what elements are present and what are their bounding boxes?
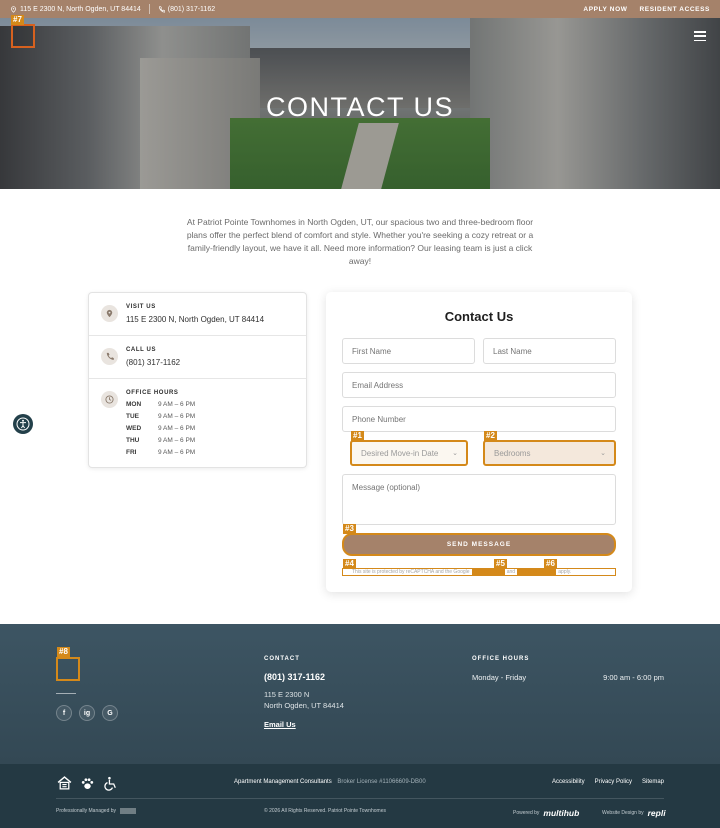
design-by-text: Website Design by	[602, 810, 644, 816]
instagram-icon[interactable]: ig	[79, 705, 95, 721]
bedrooms-value: Bedrooms	[494, 448, 531, 458]
hours-row-fri: FRI 9 AM – 6 PM	[126, 449, 196, 456]
footer-phone[interactable]: (801) 317-1162	[264, 672, 325, 682]
map-pin-icon	[11, 5, 16, 13]
footer-address-line1: 115 E 2300 N	[264, 690, 310, 699]
hero-banner: CONTACT US	[0, 18, 720, 189]
footer-address-line2: North Ogden, UT 84414	[264, 701, 344, 710]
first-name-input[interactable]	[352, 346, 474, 356]
accessibility-icon	[16, 417, 30, 431]
facebook-icon[interactable]: f	[56, 705, 72, 721]
office-hours-row: OFFICE HOURS MON 9 AM – 6 PM TUE 9 AM – 6 …	[89, 379, 306, 468]
move-in-date-value: Desired Move-in Date	[361, 448, 439, 458]
legal-links: Accessibility Privacy Policy Sitemap	[552, 779, 664, 785]
call-us-row: CALL US (801) 317-1162	[89, 336, 306, 379]
visit-us-title: VISIT US	[126, 304, 156, 310]
managed-by-text: Professionally Managed by	[56, 808, 117, 814]
site-footer: f ig G CONTACT (801) 317-1162 115 E 2300…	[0, 624, 720, 764]
hours-row-mon: MON 9 AM – 6 PM	[126, 401, 196, 408]
chevron-down-icon: ⌄	[452, 450, 458, 457]
pet-friendly-icon	[79, 775, 95, 791]
message-textarea[interactable]	[352, 483, 615, 521]
phone-icon	[158, 5, 165, 12]
page-title: CONTACT US	[265, 92, 454, 122]
design-by[interactable]: Website Design by repli	[602, 808, 666, 818]
topbar-phone[interactable]: (801) 317-1162	[158, 6, 215, 13]
powered-by-text: Powered by	[513, 810, 540, 816]
footer-contact-heading: CONTACT	[264, 656, 300, 662]
google-icon[interactable]: G	[102, 705, 118, 721]
menu-icon[interactable]	[694, 31, 706, 41]
message-field[interactable]	[342, 474, 616, 525]
hours-row-tue: TUE 9 AM – 6 PM	[126, 413, 196, 420]
recaptcha-text: This site is protected by reCAPTCHA and …	[352, 569, 470, 575]
topbar-address[interactable]: 115 E 2300 N, North Ogden, UT 84414	[10, 6, 141, 13]
top-bar: 115 E 2300 N, North Ogden, UT 84414 (801…	[0, 0, 720, 18]
footer-hours-days: Monday - Friday	[472, 673, 527, 682]
visit-us-address[interactable]: 115 E 2300 N, North Ogden, UT 84414	[126, 315, 264, 324]
managed-by: Professionally Managed by	[56, 808, 137, 814]
recaptcha-notice: This site is protected by reCAPTCHA and …	[342, 568, 616, 576]
phone-input[interactable]	[352, 414, 615, 424]
phone-field[interactable]	[342, 406, 616, 432]
recaptcha-apply: apply.	[558, 569, 572, 575]
equal-housing-icon	[56, 775, 72, 791]
footer-rule	[56, 693, 76, 694]
visit-us-row: VISIT US 115 E 2300 N, North Ogden, UT 8…	[89, 293, 306, 336]
repli-logo: repli	[647, 808, 666, 818]
accessibility-link[interactable]: Accessibility	[552, 779, 585, 785]
site-logo[interactable]	[11, 24, 35, 48]
bedrooms-select[interactable]: Bedrooms ⌄	[483, 440, 616, 466]
management-company: Apartment Management Consultants Broker …	[234, 779, 426, 785]
sub-footer-divider	[56, 798, 664, 799]
last-name-input[interactable]	[493, 346, 615, 356]
topbar-address-text: 115 E 2300 N, North Ogden, UT 84414	[20, 5, 141, 13]
first-name-field[interactable]	[342, 338, 475, 364]
email-field[interactable]	[342, 372, 616, 398]
sitemap-link[interactable]: Sitemap	[642, 779, 664, 785]
hours-row-thu: THU 9 AM – 6 PM	[126, 437, 196, 444]
phone-icon	[101, 348, 118, 365]
office-hours-title: OFFICE HOURS	[126, 390, 179, 396]
recaptcha-and: and	[506, 569, 516, 575]
call-us-title: CALL US	[126, 347, 157, 353]
move-in-date-select[interactable]: Desired Move-in Date ⌄	[350, 440, 468, 466]
divider	[148, 4, 150, 14]
accessibility-widget-button[interactable]	[13, 414, 33, 434]
annotation-badge-7: #7	[11, 15, 24, 25]
send-message-button[interactable]: SEND MESSAGE	[342, 533, 616, 556]
management-company-name: Apartment Management Consultants	[234, 779, 332, 785]
powered-by[interactable]: Powered by multihub	[513, 808, 579, 818]
copyright-text: © 2026 All Rights Reserved. Patriot Poin…	[264, 808, 386, 814]
footer-hours-heading: OFFICE HOURS	[472, 656, 530, 662]
hours-row-wed: WED 9 AM – 6 PM	[126, 425, 196, 432]
privacy-policy-link[interactable]: Privacy Policy	[471, 569, 505, 575]
contact-info-card: VISIT US 115 E 2300 N, North Ogden, UT 8…	[88, 292, 307, 468]
clock-icon	[101, 391, 118, 408]
privacy-policy-link[interactable]: Privacy Policy	[595, 779, 632, 785]
topbar-phone-text: (801) 317-1162	[167, 5, 216, 13]
amc-logo	[120, 808, 137, 814]
sub-footer: Apartment Management Consultants Broker …	[0, 764, 720, 828]
footer-hours-time: 9:00 am - 6:00 pm	[603, 673, 664, 682]
footer-address: 115 E 2300 N North Ogden, UT 84414	[264, 689, 344, 711]
multihub-logo: multihub	[543, 808, 580, 818]
intro-paragraph: At Patriot Pointe Townhomes in North Ogd…	[186, 217, 534, 266]
chevron-down-icon: ⌄	[600, 450, 606, 457]
resident-access-link[interactable]: RESIDENT ACCESS	[639, 6, 710, 13]
apply-now-link[interactable]: APPLY NOW	[583, 6, 627, 13]
terms-of-service-link[interactable]: Terms of Service	[517, 569, 557, 575]
email-input[interactable]	[352, 380, 615, 390]
footer-email-link[interactable]: Email Us	[264, 720, 296, 729]
wheelchair-icon	[102, 775, 118, 791]
footer-logo[interactable]	[56, 657, 80, 681]
annotation-badge-8: #8	[57, 647, 70, 657]
broker-license: Broker License #11066609-DB00	[337, 779, 426, 785]
location-icon	[101, 305, 118, 322]
call-us-phone[interactable]: (801) 317-1162	[126, 358, 180, 367]
form-title: Contact Us	[444, 309, 514, 324]
last-name-field[interactable]	[483, 338, 616, 364]
